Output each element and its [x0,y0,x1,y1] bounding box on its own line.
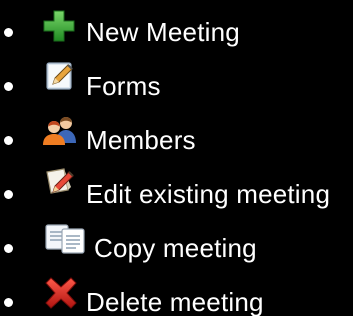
copy-icon [44,222,88,254]
members-label: Members [86,125,196,155]
pencil-document-icon [44,60,76,92]
new-meeting-item[interactable]: New Meeting [0,9,353,60]
members-icon [40,114,80,146]
bullet-icon [4,82,13,91]
bullet-icon [4,298,13,307]
edit-existing-meeting-label: Edit existing meeting [86,179,331,209]
edit-icon [42,166,76,200]
bullet-icon [4,244,13,253]
copy-meeting-item[interactable]: Copy meeting [0,224,353,276]
edit-existing-meeting-item[interactable]: Edit existing meeting [0,168,353,222]
menu-list: New Meeting Forms Members Edit existing … [0,0,353,316]
delete-meeting-item[interactable]: Delete meeting [0,277,353,316]
delete-meeting-label: Delete meeting [86,287,264,316]
copy-meeting-label: Copy meeting [94,233,257,263]
forms-item[interactable]: Forms [0,62,353,114]
bullet-icon [4,136,13,145]
bullet-icon [4,190,13,199]
delete-icon [44,276,78,310]
plus-icon [42,9,76,43]
new-meeting-label: New Meeting [86,17,240,47]
forms-label: Forms [86,71,161,101]
members-item[interactable]: Members [0,117,353,168]
bullet-icon [4,28,13,37]
